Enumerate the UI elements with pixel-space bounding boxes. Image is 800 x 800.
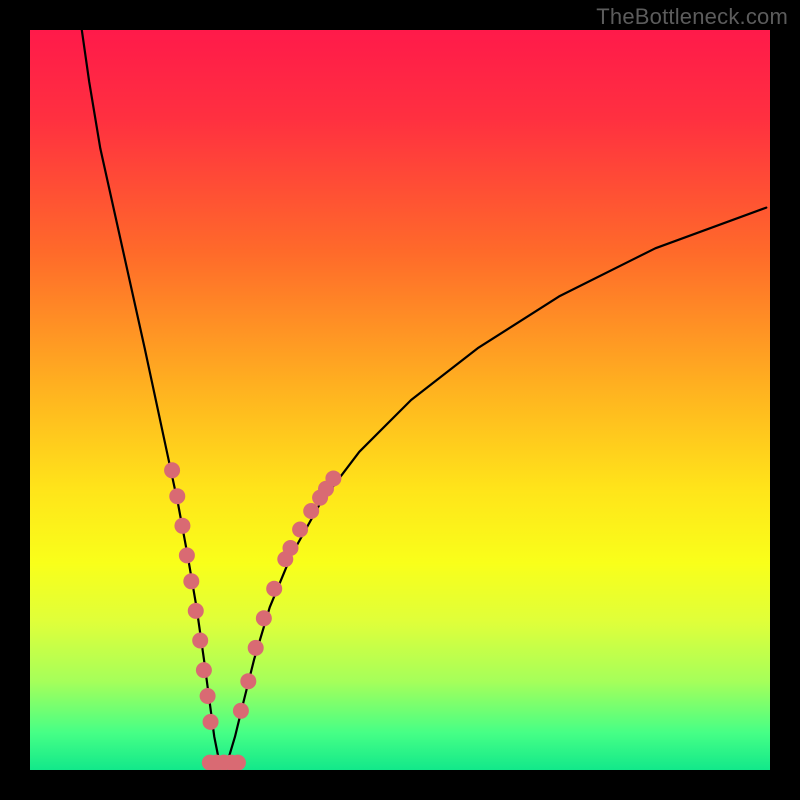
scatter-dot <box>179 547 195 563</box>
scatter-dot <box>188 603 204 619</box>
scatter-dot <box>192 633 208 649</box>
scatter-dot <box>169 488 185 504</box>
scatter-dot <box>164 462 180 478</box>
scatter-dot <box>282 540 298 556</box>
watermark-label: TheBottleneck.com <box>596 4 788 30</box>
scatter-dot <box>325 470 341 486</box>
scatter-dot <box>174 518 190 534</box>
chart-outer-frame: TheBottleneck.com <box>0 0 800 800</box>
scatter-dot <box>230 755 246 770</box>
scatter-dot <box>183 573 199 589</box>
scatter-dot <box>248 640 264 656</box>
scatter-dot <box>240 673 256 689</box>
gradient-background <box>30 30 770 770</box>
scatter-dot <box>256 610 272 626</box>
scatter-dot <box>203 714 219 730</box>
scatter-dot <box>200 688 216 704</box>
scatter-dot <box>196 662 212 678</box>
scatter-dot <box>266 581 282 597</box>
scatter-dot <box>303 503 319 519</box>
scatter-dot <box>292 522 308 538</box>
plot-area <box>30 30 770 770</box>
scatter-dot <box>233 703 249 719</box>
chart-svg <box>30 30 770 770</box>
